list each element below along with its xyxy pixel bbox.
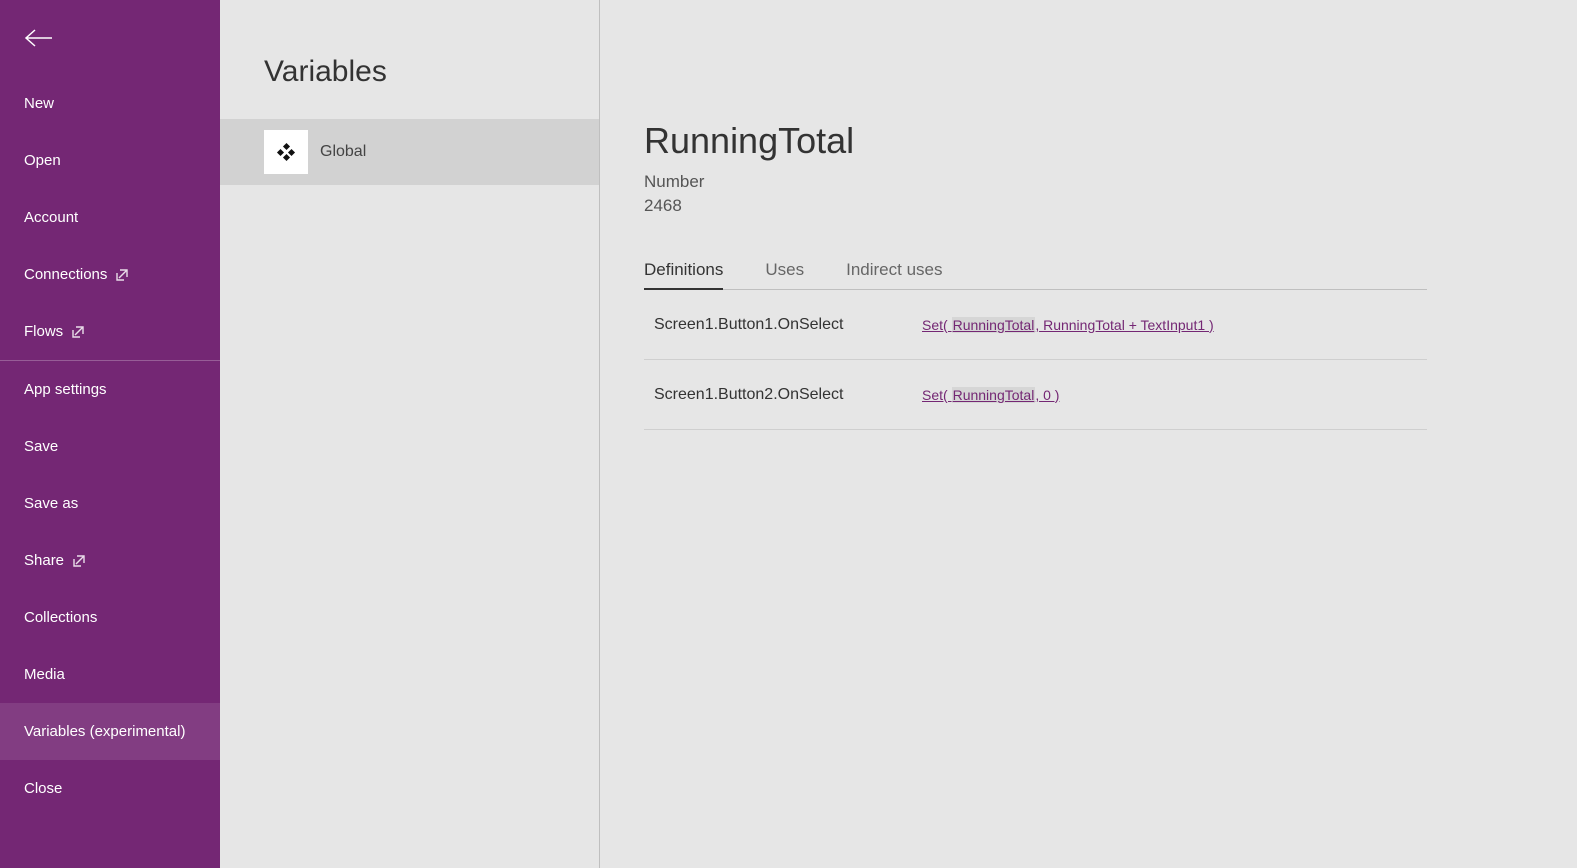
variables-panel: Variables Global — [220, 0, 600, 868]
nav-new[interactable]: New — [0, 75, 220, 132]
definition-row: Screen1.Button1.OnSelectSet( RunningTota… — [644, 290, 1427, 360]
variable-detail-panel: RunningTotal Number 2468 Definitions Uses… — [600, 0, 1577, 868]
tab-indirect-uses[interactable]: Indirect uses — [846, 260, 942, 289]
nav-item-label: Flows — [24, 323, 63, 340]
nav-item-label: Close — [24, 780, 62, 797]
external-link-icon — [115, 268, 129, 282]
scope-item-global[interactable]: Global — [220, 119, 599, 185]
tab-uses[interactable]: Uses — [765, 260, 804, 289]
nav-item-label: Media — [24, 666, 65, 683]
nav-item-label: New — [24, 95, 54, 112]
nav-close[interactable]: Close — [0, 760, 220, 817]
nav-flows[interactable]: Flows — [0, 303, 220, 360]
nav-item-label: Connections — [24, 266, 107, 283]
nav-share[interactable]: Share — [0, 532, 220, 589]
back-button[interactable] — [0, 0, 220, 75]
global-icon — [264, 130, 308, 174]
external-link-icon — [71, 325, 85, 339]
nav-variables[interactable]: Variables (experimental) — [0, 703, 220, 760]
definition-formula-link[interactable]: Set( RunningTotal, 0 ) — [922, 387, 1059, 403]
definitions-list: Screen1.Button1.OnSelectSet( RunningTota… — [644, 290, 1427, 430]
tab-definitions[interactable]: Definitions — [644, 260, 723, 290]
nav-save[interactable]: Save — [0, 418, 220, 475]
nav-item-label: Save — [24, 438, 58, 455]
nav-open[interactable]: Open — [0, 132, 220, 189]
definition-location: Screen1.Button1.OnSelect — [654, 316, 922, 334]
definition-formula-link[interactable]: Set( RunningTotal, RunningTotal + TextIn… — [922, 317, 1214, 333]
variable-value: 2468 — [644, 196, 1427, 216]
nav-item-label: Variables (experimental) — [24, 723, 185, 740]
variable-tabs: Definitions Uses Indirect uses — [644, 260, 1427, 290]
nav-connections[interactable]: Connections — [0, 246, 220, 303]
nav-item-label: App settings — [24, 381, 107, 398]
nav-app-settings[interactable]: App settings — [0, 361, 220, 418]
nav-item-label: Account — [24, 209, 78, 226]
nav-item-label: Collections — [24, 609, 97, 626]
nav-media[interactable]: Media — [0, 646, 220, 703]
variable-type: Number — [644, 172, 1427, 192]
nav-item-label: Share — [24, 552, 64, 569]
arrow-left-icon — [24, 28, 54, 48]
nav-account[interactable]: Account — [0, 189, 220, 246]
nav-collections[interactable]: Collections — [0, 589, 220, 646]
external-link-icon — [72, 554, 86, 568]
definition-row: Screen1.Button2.OnSelectSet( RunningTota… — [644, 360, 1427, 430]
scope-item-label: Global — [320, 143, 366, 161]
nav-item-label: Open — [24, 152, 61, 169]
definition-location: Screen1.Button2.OnSelect — [654, 386, 922, 404]
sidebar: New Open Account Connections Flows App settin… — [0, 0, 220, 868]
nav-save-as[interactable]: Save as — [0, 475, 220, 532]
variables-panel-title: Variables — [220, 0, 599, 119]
variable-name: RunningTotal — [644, 120, 1427, 162]
nav-item-label: Save as — [24, 495, 78, 512]
